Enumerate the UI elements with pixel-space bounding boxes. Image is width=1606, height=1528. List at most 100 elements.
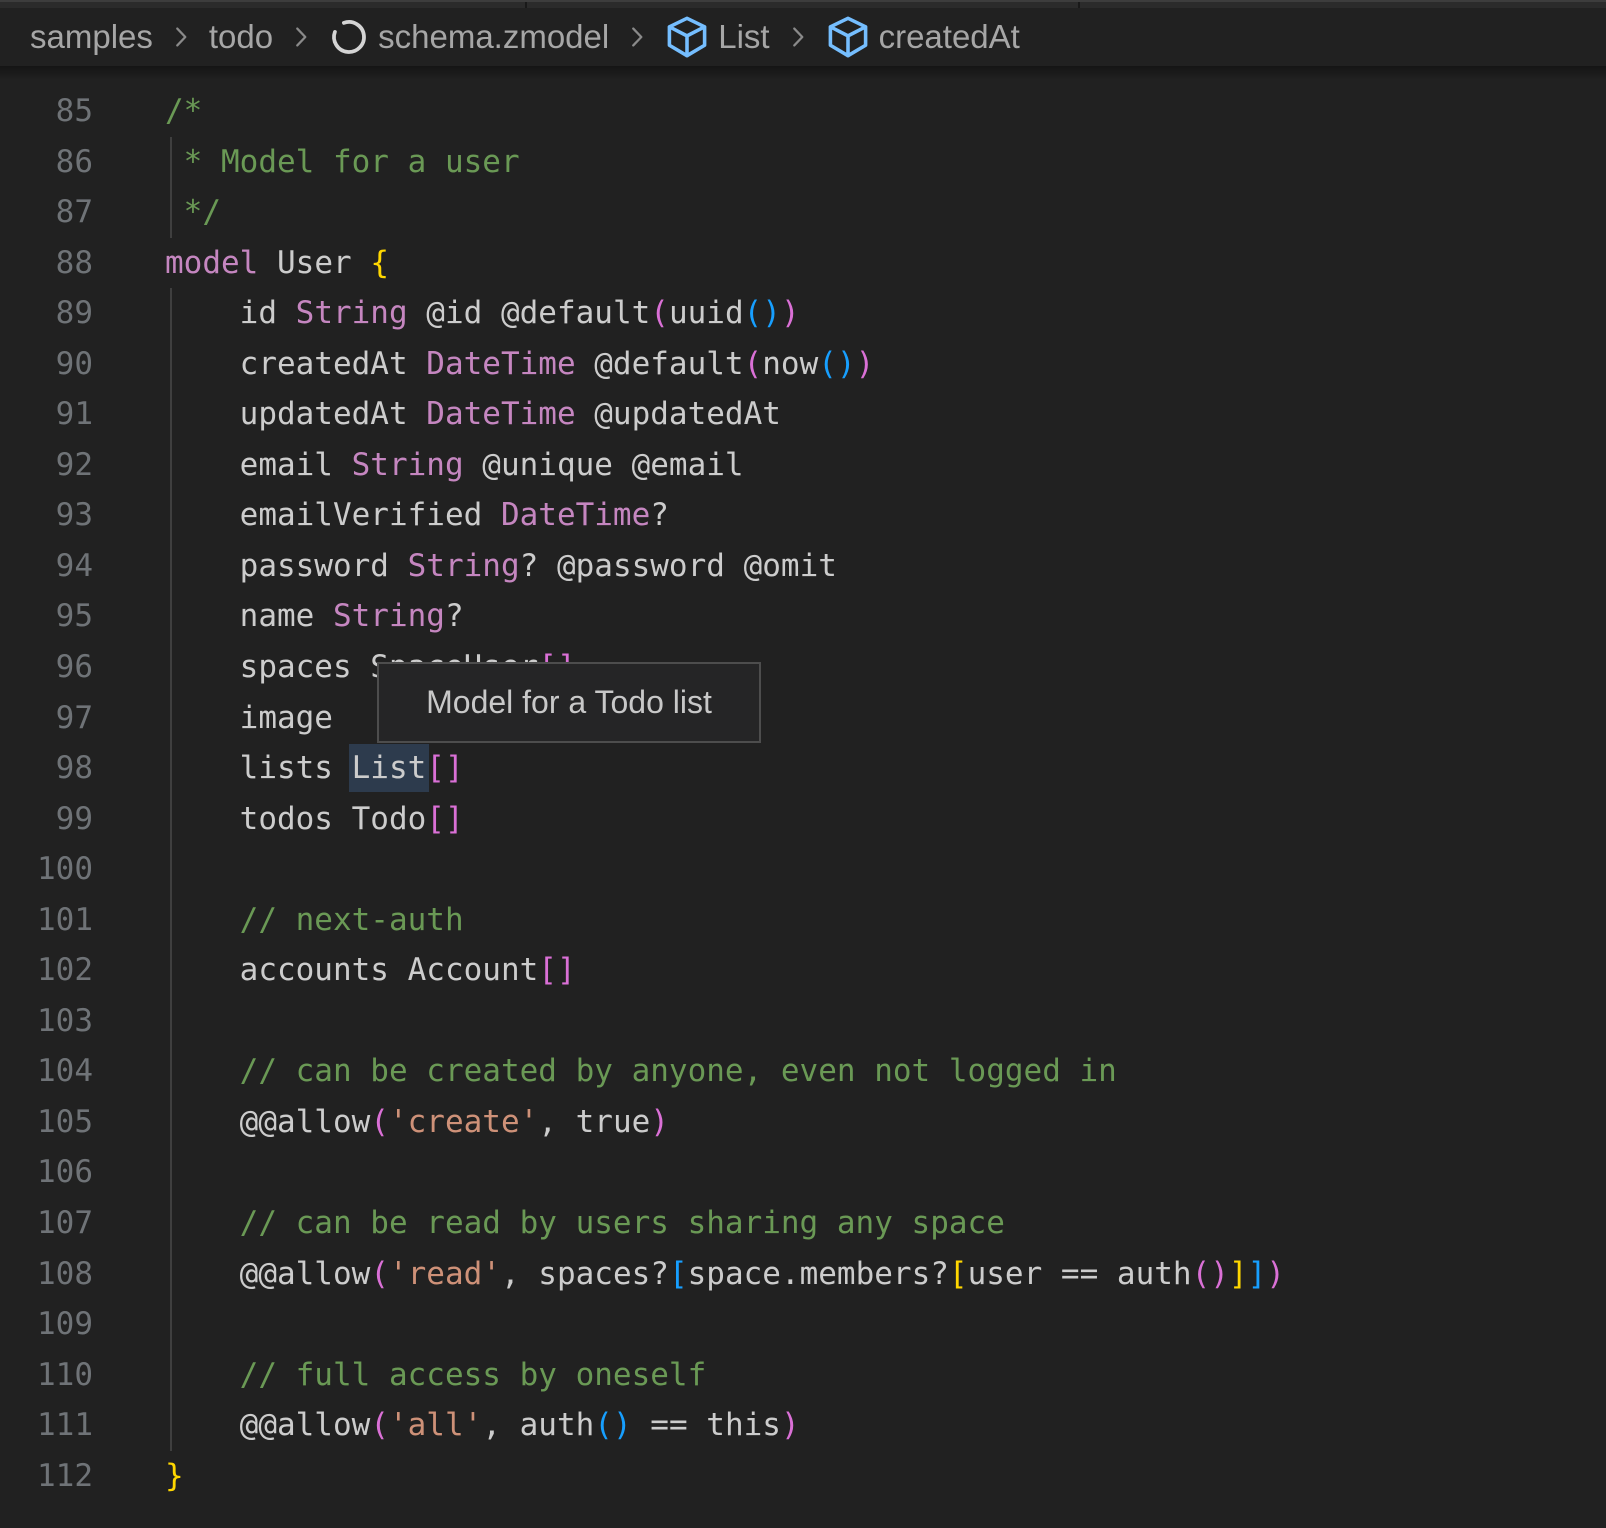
line-number: 87 <box>0 187 93 238</box>
breadcrumb-label: todo <box>209 18 273 56</box>
symbol-class-icon <box>826 15 870 59</box>
code-line-92: 92 email String @unique @email <box>0 440 1606 491</box>
scroll-shadow <box>0 66 1606 80</box>
line-number: 100 <box>0 844 93 895</box>
code-line-100: 100 <box>0 844 1606 895</box>
chevron-right-icon <box>286 22 316 52</box>
code-line-content[interactable]: @@allow('create', true) <box>165 1097 669 1148</box>
breadcrumb-label: schema.zmodel <box>378 18 609 56</box>
code-line-content[interactable]: @@allow('read', spaces?[space.members?[u… <box>165 1249 1285 1300</box>
code-line-content[interactable]: password String? @password @omit <box>165 541 837 592</box>
hover-tooltip-text: Model for a Todo list <box>426 684 712 721</box>
line-number: 93 <box>0 490 93 541</box>
line-number: 101 <box>0 895 93 946</box>
chevron-right-icon <box>783 22 813 52</box>
breadcrumb-label: samples <box>30 18 153 56</box>
code-line-content[interactable]: email String @unique @email <box>165 440 744 491</box>
indent-guide <box>170 1147 172 1198</box>
breadcrumb-item-schema-zmodel[interactable]: schema.zmodel <box>329 17 609 57</box>
loading-icon <box>329 17 369 57</box>
line-number: 108 <box>0 1249 93 1300</box>
chevron-right-icon <box>166 22 196 52</box>
code-line-content[interactable]: updatedAt DateTime @updatedAt <box>165 389 781 440</box>
breadcrumb-item-samples[interactable]: samples <box>30 18 153 56</box>
code-line-106: 106 <box>0 1147 1606 1198</box>
line-number: 106 <box>0 1147 93 1198</box>
line-number: 97 <box>0 693 93 744</box>
code-line-99: 99 todos Todo[] <box>0 794 1606 845</box>
symbol-class-icon <box>665 15 709 59</box>
code-line-content[interactable]: lists List[] <box>165 743 464 794</box>
line-number: 98 <box>0 743 93 794</box>
tab-separator <box>1078 2 1080 8</box>
code-line-108: 108 @@allow('read', spaces?[space.member… <box>0 1249 1606 1300</box>
code-line-98: 98 lists List[] <box>0 743 1606 794</box>
hover-tooltip: Model for a Todo list <box>377 662 761 743</box>
breadcrumb-item-createdat[interactable]: createdAt <box>826 15 1020 59</box>
line-number: 111 <box>0 1400 93 1451</box>
line-number: 90 <box>0 339 93 390</box>
chevron-right-icon <box>783 22 813 52</box>
line-number: 104 <box>0 1046 93 1097</box>
code-line-content[interactable]: emailVerified DateTime? <box>165 490 669 541</box>
line-number: 110 <box>0 1350 93 1401</box>
code-line-content[interactable]: // next-auth <box>165 895 464 946</box>
symbol-class-icon <box>826 15 870 59</box>
breadcrumb: samples todo schema.zmodel List createdAt <box>0 8 1606 66</box>
code-line-88: 88model User { <box>0 238 1606 289</box>
code-line-content[interactable]: model User { <box>165 238 389 289</box>
line-number: 91 <box>0 389 93 440</box>
indent-guide <box>170 1299 172 1350</box>
breadcrumb-item-list[interactable]: List <box>665 15 769 59</box>
line-number: 92 <box>0 440 93 491</box>
breadcrumb-label: createdAt <box>879 18 1020 56</box>
code-line-content[interactable]: createdAt DateTime @default(now()) <box>165 339 874 390</box>
indent-guide <box>170 996 172 1047</box>
code-line-content[interactable]: @@allow('all', auth() == this) <box>165 1400 800 1451</box>
line-number: 94 <box>0 541 93 592</box>
line-number: 86 <box>0 137 93 188</box>
code-line-content[interactable]: image <box>165 693 333 744</box>
chevron-right-icon <box>286 22 316 52</box>
breadcrumb-item-todo[interactable]: todo <box>209 18 273 56</box>
code-line-105: 105 @@allow('create', true) <box>0 1097 1606 1148</box>
line-number: 107 <box>0 1198 93 1249</box>
code-line-content[interactable]: */ <box>165 187 221 238</box>
line-number: 96 <box>0 642 93 693</box>
code-line-91: 91 updatedAt DateTime @updatedAt <box>0 389 1606 440</box>
word-highlight: List <box>352 750 427 786</box>
line-number: 112 <box>0 1451 93 1502</box>
code-line-content[interactable]: // full access by oneself <box>165 1350 706 1401</box>
code-line-97: 97 image <box>0 693 1606 744</box>
chevron-right-icon <box>166 22 196 52</box>
code-line-101: 101 // next-auth <box>0 895 1606 946</box>
code-line-content[interactable]: name String? <box>165 591 464 642</box>
line-number: 102 <box>0 945 93 996</box>
code-editor: 85/*86 * Model for a user87 */88model Us… <box>0 66 1606 1501</box>
code-line-94: 94 password String? @password @omit <box>0 541 1606 592</box>
code-line-95: 95 name String? <box>0 591 1606 642</box>
code-line-102: 102 accounts Account[] <box>0 945 1606 996</box>
code-line-107: 107 // can be read by users sharing any … <box>0 1198 1606 1249</box>
line-number: 85 <box>0 86 93 137</box>
code-line-content[interactable]: todos Todo[] <box>165 794 464 845</box>
code-line-content[interactable]: // can be read by users sharing any spac… <box>165 1198 1005 1249</box>
code-line-content[interactable]: /* <box>165 86 202 137</box>
code-line-86: 86 * Model for a user <box>0 137 1606 188</box>
chevron-right-icon <box>622 22 652 52</box>
code-line-content[interactable]: } <box>165 1451 184 1502</box>
code-line-109: 109 <box>0 1299 1606 1350</box>
symbol-class-icon <box>665 15 709 59</box>
code-line-content[interactable]: * Model for a user <box>165 137 520 188</box>
breadcrumb-label: List <box>718 18 769 56</box>
code-line-112: 112} <box>0 1451 1606 1502</box>
tab-separator <box>525 2 527 8</box>
code-line-content[interactable]: // can be created by anyone, even not lo… <box>165 1046 1117 1097</box>
code-line-content[interactable]: accounts Account[] <box>165 945 576 996</box>
code-line-103: 103 <box>0 996 1606 1047</box>
tab-strip <box>0 0 1606 8</box>
code-line-content[interactable]: id String @id @default(uuid()) <box>165 288 800 339</box>
code-line-87: 87 */ <box>0 187 1606 238</box>
indent-guide <box>170 844 172 895</box>
code-line-96: 96 spaces SpaceUser[] <box>0 642 1606 693</box>
